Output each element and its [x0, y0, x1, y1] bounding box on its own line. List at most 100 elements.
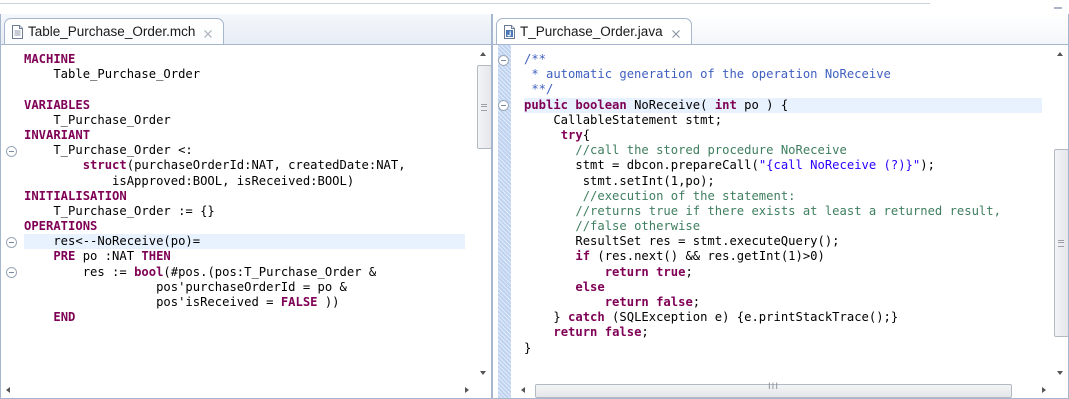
scroll-down-icon[interactable] [475, 365, 492, 382]
code-line[interactable]: } catch (SQLException e) {e.printStackTr… [524, 310, 1042, 325]
code-token: res<--NoReceive(po)= [24, 234, 201, 249]
code-line[interactable]: **/ [524, 82, 1042, 97]
code-token: * automatic generation of the operation … [524, 67, 891, 82]
change-ruler [498, 45, 511, 399]
code-line[interactable]: INVARIANT [24, 128, 465, 143]
code-token: return [553, 325, 598, 340]
code-token: bool [134, 264, 164, 279]
fold-toggle-icon[interactable] [498, 54, 509, 66]
fold-toggle-icon[interactable] [6, 236, 17, 248]
left-horizontal-scrollbar[interactable] [0, 382, 475, 399]
code-line[interactable]: VARIABLES [24, 98, 465, 113]
scroll-up-icon[interactable] [1052, 45, 1069, 62]
code-token: INVARIANT [24, 127, 91, 142]
scrollbar-thumb[interactable] [1054, 149, 1069, 337]
code-line[interactable]: return false; [524, 325, 1042, 340]
code-token: //returns true if there exists at least … [575, 203, 1001, 218]
code-line[interactable]: else [524, 280, 1042, 295]
code-line[interactable] [24, 82, 465, 97]
fold-toggle-icon[interactable] [6, 145, 17, 157]
left-code-area[interactable]: MACHINE Table_Purchase_Order VARIABLES T… [24, 52, 465, 325]
code-line[interactable]: //false otherwise [524, 219, 1042, 234]
code-line[interactable]: stmt = dbcon.prepareCall("{call NoReceiv… [524, 158, 1042, 173]
code-line[interactable]: return false; [524, 295, 1042, 310]
code-line[interactable]: T_Purchase_Order := {} [24, 204, 465, 219]
code-line[interactable]: res<--NoReceive(po)= [24, 234, 465, 250]
tab-table-purchase-order-mch[interactable]: Table_Purchase_Order.mch [4, 18, 225, 44]
left-code-editor[interactable]: MACHINE Table_Purchase_Order VARIABLES T… [0, 45, 492, 399]
code-line[interactable]: * automatic generation of the operation … [524, 67, 1042, 82]
code-line[interactable]: stmt.setInt(1,po); [524, 174, 1042, 189]
close-icon[interactable] [671, 27, 681, 38]
scroll-right-icon[interactable] [458, 382, 475, 399]
code-token: VARIABLES [24, 97, 91, 112]
code-token: )) [317, 295, 340, 309]
tab-title: Table_Purchase_Order.mch [28, 24, 196, 39]
code-line[interactable]: public boolean NoReceive( int po ) { [524, 97, 1042, 113]
code-line[interactable]: MACHINE [24, 52, 465, 67]
right-vertical-scrollbar[interactable] [1051, 45, 1069, 382]
close-icon[interactable] [203, 27, 213, 38]
code-line[interactable]: /** [524, 52, 1042, 67]
code-line[interactable]: CallableStatement stmt; [524, 113, 1042, 128]
code-line[interactable]: //returns true if there exists at least … [524, 204, 1042, 219]
tab-t-purchase-order-java[interactable]: T_Purchase_Order.java [496, 18, 692, 44]
right-tab-bar: T_Purchase_Order.java [492, 14, 1069, 45]
scroll-right-icon[interactable] [1035, 382, 1052, 399]
right-horizontal-scrollbar[interactable]: III [515, 382, 1052, 399]
scroll-corner [1052, 382, 1069, 399]
code-line[interactable]: END [24, 310, 465, 325]
code-line[interactable]: try{ [524, 128, 1042, 143]
code-line[interactable]: INITIALISATION [24, 189, 465, 204]
code-token: boolean [575, 97, 627, 112]
left-vertical-scrollbar[interactable] [474, 45, 492, 382]
code-token: } [524, 310, 569, 325]
code-line[interactable]: T_Purchase_Order [24, 113, 465, 128]
code-line[interactable]: } [524, 341, 1042, 356]
code-line[interactable]: isApproved:BOOL, isReceived:BOOL) [24, 174, 465, 189]
code-line[interactable]: if (res.next() && res.getInt(1)>0) [524, 249, 1042, 264]
code-line[interactable]: res := bool(#pos.(pos:T_Purchase_Order & [24, 265, 465, 280]
scrollbar-grip: III [768, 382, 779, 392]
code-line[interactable]: Table_Purchase_Order [24, 67, 465, 82]
scrollbar-thumb[interactable]: III [535, 382, 1012, 398]
fold-toggle-icon[interactable] [6, 267, 17, 279]
code-line[interactable]: PRE po :NAT THEN [24, 249, 465, 264]
maximize-icon[interactable] [1052, 3, 1064, 11]
scroll-left-icon[interactable] [0, 382, 17, 399]
editor-area-top [0, 0, 1069, 14]
code-token: INITIALISATION [24, 188, 127, 203]
scroll-left-icon[interactable] [515, 382, 532, 399]
code-line[interactable]: return true; [524, 265, 1042, 280]
code-line[interactable]: pos'purchaseOrderId = po & [24, 280, 465, 295]
code-token: NoReceive( [626, 97, 715, 112]
right-code-editor[interactable]: /** * automatic generation of the operat… [492, 45, 1069, 399]
code-line[interactable]: struct(purchaseOrderId:NAT, createdDate:… [24, 158, 465, 173]
code-token: true [656, 264, 686, 279]
code-line[interactable]: ResultSet res = stmt.executeQuery(); [524, 234, 1042, 249]
code-token: ); [920, 158, 935, 173]
scrollbar-thumb[interactable] [477, 65, 492, 149]
code-token: **/ [524, 82, 554, 97]
code-token: pos'purchaseOrderId = po & [24, 279, 347, 294]
right-code-area[interactable]: /** * automatic generation of the operat… [524, 52, 1042, 356]
scroll-up-icon[interactable] [475, 45, 492, 62]
code-line[interactable]: //call the stored procedure NoReceive [524, 143, 1042, 158]
code-token: //execution of the statement: [582, 188, 796, 203]
code-token: public [524, 97, 569, 112]
code-token: po ) { [736, 97, 789, 112]
code-token: (purchaseOrderId:NAT, createdDate:NAT, [126, 158, 406, 173]
code-line[interactable]: T_Purchase_Order <: [24, 143, 465, 158]
code-line[interactable]: //execution of the statement: [524, 189, 1042, 204]
code-token: { [582, 127, 591, 142]
scroll-down-icon[interactable] [1052, 365, 1069, 382]
code-line[interactable]: OPERATIONS [24, 219, 465, 234]
code-line[interactable]: pos'isReceived = FALSE )) [24, 295, 465, 310]
left-editor-pane: Table_Purchase_Order.mch MACHINE Table_P… [0, 14, 492, 399]
code-token: ; [692, 295, 701, 309]
